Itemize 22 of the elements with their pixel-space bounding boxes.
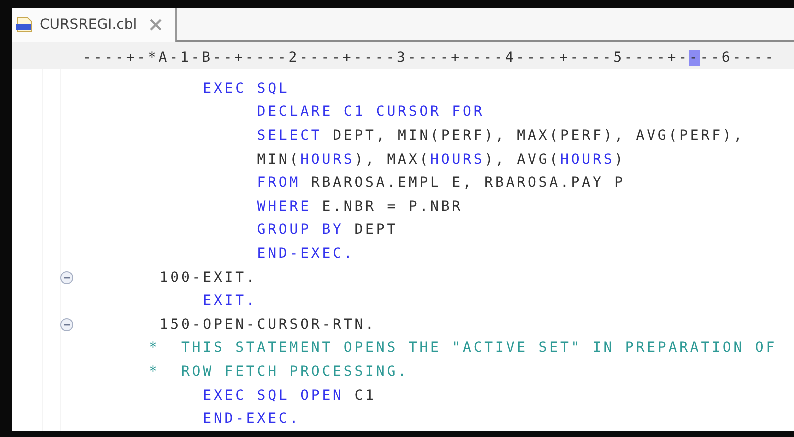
tab-title: CURSREGI.cbl — [40, 17, 138, 33]
code-line: * ROW FETCH PROCESSING. — [148, 364, 409, 380]
code-line: END-EXEC. — [202, 411, 301, 428]
code-line: EXIT. — [202, 293, 258, 310]
code-line: EXEC SQL — [202, 80, 290, 97]
code-line: GROUP BY DEPT — [256, 222, 398, 238]
column-ruler: ----+-*A-1-B--+----2----+----3----+----4----+----5----+----6---- — [83, 50, 776, 66]
code-line: END-EXEC. — [256, 246, 355, 262]
collapse-icon[interactable] — [60, 318, 74, 332]
code-line: DECLARE C1 CURSOR FOR — [256, 104, 485, 120]
code-line: SELECT DEPT, MIN(PERF), MAX(PERF), AVG(PERF), — [256, 128, 745, 144]
editor-tab[interactable]: CURSREGI.cbl — [12, 8, 176, 42]
close-icon[interactable] — [149, 18, 164, 32]
code-line: * THIS STATEMENT OPENS THE "ACTIVE SET" IN PREPARATION OF — [148, 340, 778, 356]
collapse-icon[interactable] — [60, 270, 74, 285]
code-line: EXEC SQL OPEN C1 — [202, 388, 376, 404]
code-line: 100-EXIT. — [158, 270, 258, 286]
code-line: MIN(HOURS), MAX(HOURS), AVG(HOURS) — [256, 152, 626, 168]
cobol-file-icon — [16, 17, 34, 33]
code-line: FROM RBAROSA.EMPL E, RBAROSA.PAY P — [256, 175, 626, 192]
code-line: 150-OPEN-CURSOR-RTN. — [158, 316, 376, 333]
code-line: WHERE E.NBR = P.NBR — [256, 198, 464, 215]
